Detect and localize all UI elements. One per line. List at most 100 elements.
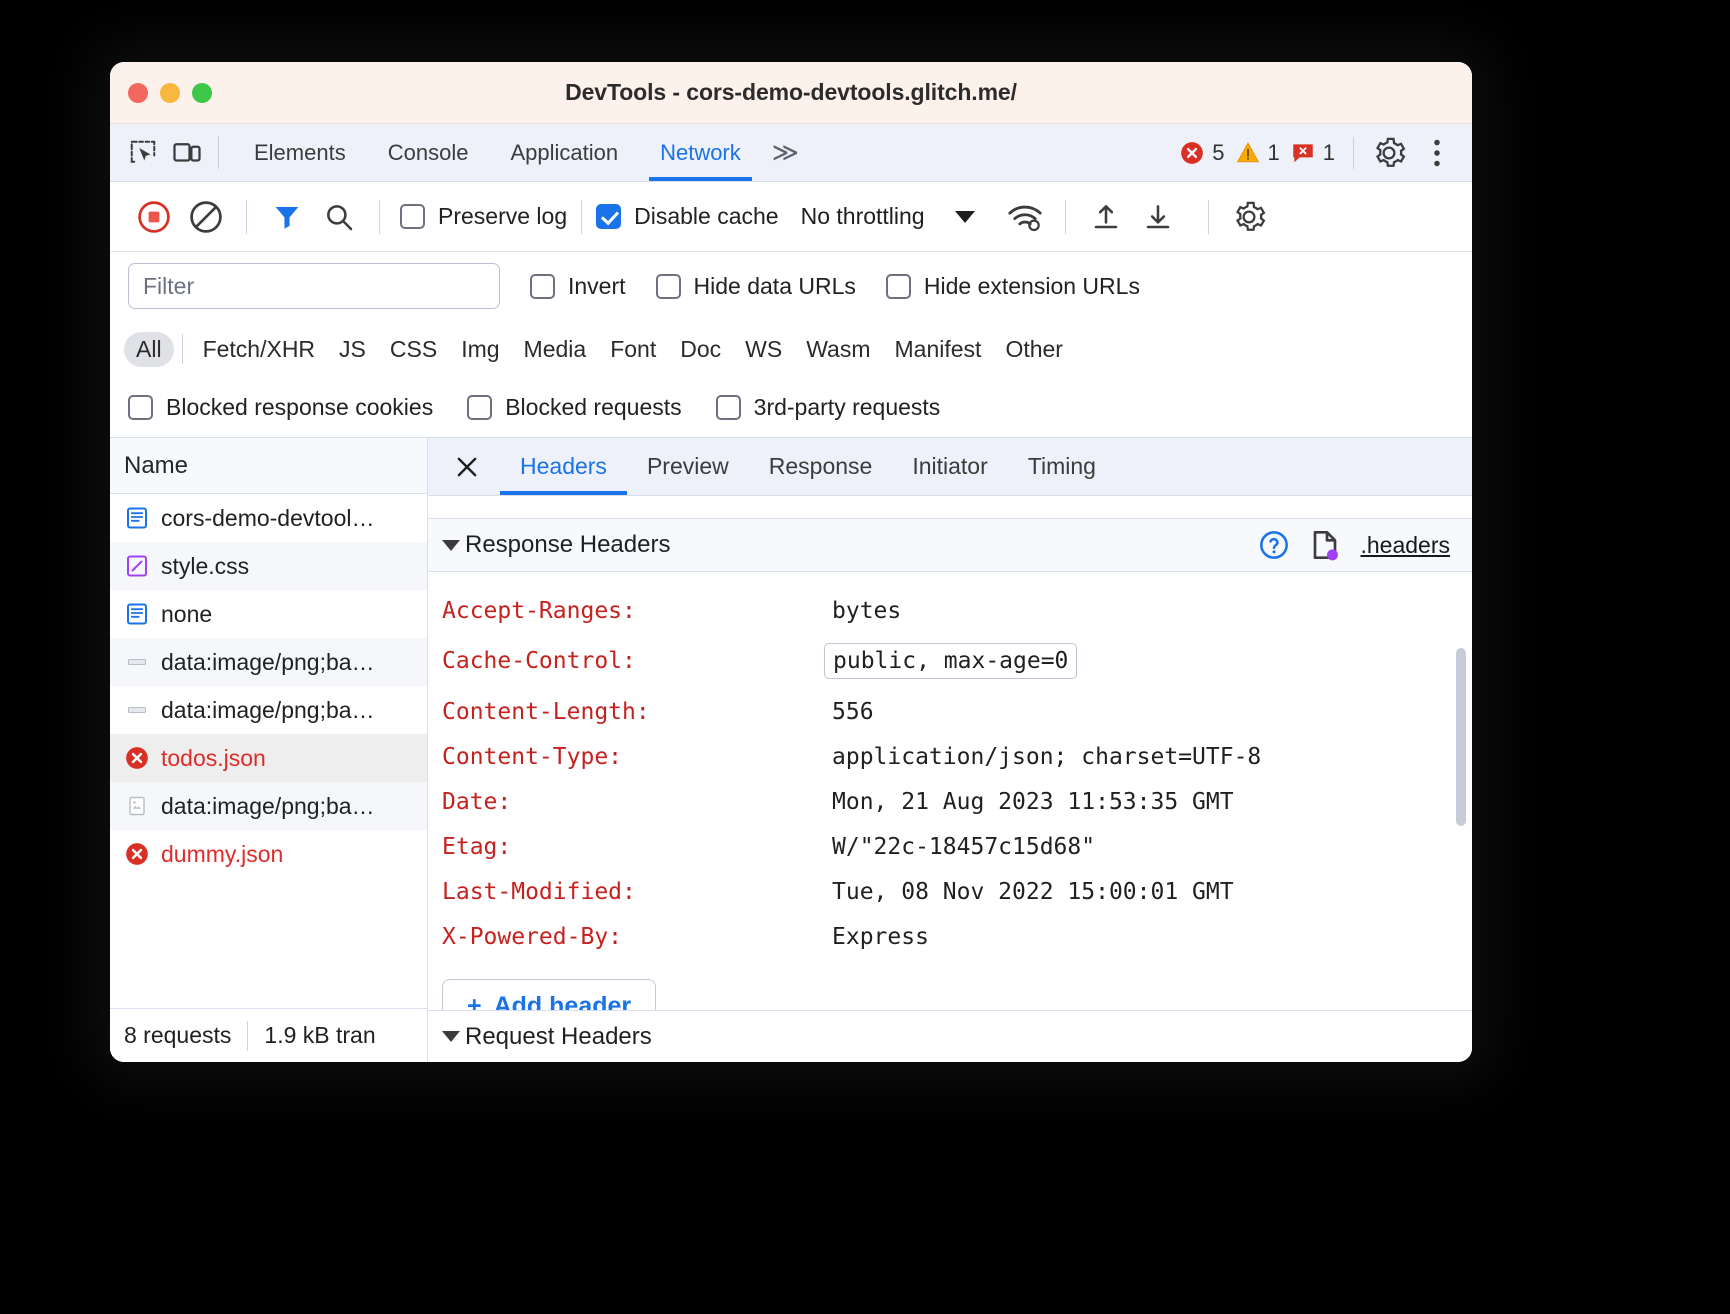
header-value[interactable]: Mon, 21 Aug 2023 11:53:35 GMT <box>832 789 1234 815</box>
header-value[interactable]: 556 <box>832 699 874 725</box>
list-item[interactable]: style.css <box>110 542 427 590</box>
invert-checkbox-box[interactable] <box>530 274 555 299</box>
tab-response[interactable]: Response <box>749 438 893 495</box>
type-filter-js[interactable]: JS <box>327 332 378 367</box>
type-filter-doc[interactable]: Doc <box>668 332 733 367</box>
tab-elements[interactable]: Elements <box>233 124 367 181</box>
tab-headers[interactable]: Headers <box>500 438 627 495</box>
response-headers-title: Response Headers <box>465 531 670 559</box>
header-value[interactable]: Tue, 08 Nov 2022 15:00:01 GMT <box>832 879 1234 905</box>
request-headers-section-header[interactable]: Request Headers <box>428 1010 1472 1062</box>
header-value[interactable]: bytes <box>832 598 901 624</box>
list-item[interactable]: dummy.json <box>110 830 427 878</box>
header-value[interactable]: Express <box>832 924 929 950</box>
hide-extension-urls-checkbox[interactable]: Hide extension URLs <box>886 273 1140 300</box>
devtools-tool-icons <box>110 124 214 181</box>
header-value[interactable]: application/json; charset=UTF-8 <box>832 744 1261 770</box>
error-counter[interactable]: 5 <box>1179 140 1224 166</box>
error-circle-icon <box>124 841 150 867</box>
tab-initiator[interactable]: Initiator <box>892 438 1007 495</box>
list-item[interactable]: cors-demo-devtool… <box>110 494 427 542</box>
preserve-log-checkbox-box[interactable] <box>400 204 425 229</box>
warning-counter[interactable]: 1 <box>1235 140 1280 166</box>
device-toolbar-icon[interactable] <box>172 138 202 168</box>
preserve-log-checkbox[interactable]: Preserve log <box>400 203 567 230</box>
headers-override-link[interactable]: .headers <box>1360 532 1450 559</box>
add-header-button[interactable]: + Add header <box>442 979 656 1010</box>
type-filter-wasm[interactable]: Wasm <box>794 332 882 367</box>
inspect-element-icon[interactable] <box>128 138 158 168</box>
filter-input[interactable]: Filter <box>128 263 500 309</box>
invert-checkbox[interactable]: Invert <box>530 273 626 300</box>
third-party-requests-checkbox[interactable]: 3rd-party requests <box>716 394 941 421</box>
header-row[interactable]: Date: Mon, 21 Aug 2023 11:53:35 GMT <box>428 779 1472 824</box>
tab-console[interactable]: Console <box>367 124 490 181</box>
chevron-down-icon[interactable] <box>442 540 460 551</box>
request-list-column-header[interactable]: Name <box>110 438 427 494</box>
third-party-requests-checkbox-box[interactable] <box>716 395 741 420</box>
type-filter-ws[interactable]: WS <box>733 332 794 367</box>
throttling-select[interactable]: No throttling <box>801 203 975 230</box>
headers-override-file-icon[interactable] <box>1310 529 1340 561</box>
blocked-response-cookies-checkbox[interactable]: Blocked response cookies <box>128 394 433 421</box>
type-filter-fetch-xhr[interactable]: Fetch/XHR <box>191 332 327 367</box>
headers-scrollbar[interactable] <box>1456 648 1466 826</box>
header-row[interactable]: Content-Type: application/json; charset=… <box>428 734 1472 779</box>
tab-preview[interactable]: Preview <box>627 438 749 495</box>
error-circle-icon <box>124 745 150 771</box>
tab-timing[interactable]: Timing <box>1008 438 1116 495</box>
disable-cache-checkbox-box[interactable] <box>596 204 621 229</box>
issues-counter[interactable]: 1 <box>1290 140 1335 166</box>
chevron-down-icon[interactable] <box>955 211 975 223</box>
help-circle-icon[interactable] <box>1258 529 1290 561</box>
type-filter-font[interactable]: Font <box>598 332 668 367</box>
type-filter-manifest[interactable]: Manifest <box>883 332 994 367</box>
tab-network[interactable]: Network <box>639 124 762 181</box>
chevron-down-icon[interactable] <box>442 1031 460 1042</box>
type-filter-css[interactable]: CSS <box>378 332 449 367</box>
type-filter-media[interactable]: Media <box>512 332 599 367</box>
header-row[interactable]: Last-Modified: Tue, 08 Nov 2022 15:00:01… <box>428 869 1472 914</box>
disable-cache-checkbox[interactable]: Disable cache <box>596 203 778 230</box>
type-filter-other[interactable]: Other <box>993 332 1075 367</box>
header-row[interactable]: X-Powered-By: Express <box>428 914 1472 959</box>
devtools-status-counters: 5 1 <box>1179 124 1472 181</box>
filter-funnel-icon[interactable] <box>261 191 313 243</box>
record-stop-icon[interactable] <box>128 191 180 243</box>
header-value[interactable]: W/"22c-18457c15d68" <box>832 834 1095 860</box>
header-row[interactable]: Accept-Ranges: bytes <box>428 588 1472 633</box>
search-icon[interactable] <box>313 191 365 243</box>
hide-data-urls-checkbox-box[interactable] <box>656 274 681 299</box>
list-item[interactable]: data:image/png;ba… <box>110 638 427 686</box>
network-status-bar: 8 requests 1.9 kB tran <box>110 1008 427 1062</box>
list-item[interactable]: data:image/png;ba… <box>110 686 427 734</box>
export-har-icon[interactable] <box>1132 191 1184 243</box>
import-har-icon[interactable] <box>1080 191 1132 243</box>
warning-triangle-icon <box>1235 140 1261 166</box>
clear-network-log-icon[interactable] <box>180 191 232 243</box>
more-options-icon[interactable] <box>1416 136 1458 170</box>
list-item[interactable]: data:image/png;ba… <box>110 782 427 830</box>
header-row[interactable]: Content-Length: 556 <box>428 689 1472 734</box>
response-headers-section-header[interactable]: Response Headers <box>428 518 1472 572</box>
type-filter-all[interactable]: All <box>124 332 174 367</box>
disable-cache-label: Disable cache <box>634 203 778 230</box>
type-filter-img[interactable]: Img <box>449 332 511 367</box>
blocked-requests-checkbox-box[interactable] <box>467 395 492 420</box>
list-item[interactable]: none <box>110 590 427 638</box>
network-conditions-icon[interactable] <box>999 191 1051 243</box>
header-row[interactable]: Etag: W/"22c-18457c15d68" <box>428 824 1472 869</box>
settings-gear-icon[interactable] <box>1372 136 1406 170</box>
list-item[interactable]: todos.json <box>110 734 427 782</box>
hide-data-urls-label: Hide data URLs <box>694 273 856 300</box>
header-row[interactable]: Cache-Control: public, max-age=0 <box>428 633 1472 689</box>
hide-extension-urls-checkbox-box[interactable] <box>886 274 911 299</box>
tab-application[interactable]: Application <box>489 124 639 181</box>
more-tabs-chevron-icon[interactable]: ≫ <box>762 124 809 181</box>
network-settings-gear-icon[interactable] <box>1223 191 1275 243</box>
close-icon[interactable] <box>428 438 500 495</box>
blocked-response-cookies-checkbox-box[interactable] <box>128 395 153 420</box>
blocked-requests-checkbox[interactable]: Blocked requests <box>467 394 681 421</box>
hide-data-urls-checkbox[interactable]: Hide data URLs <box>656 273 856 300</box>
header-value-editable[interactable]: public, max-age=0 <box>824 643 1077 679</box>
